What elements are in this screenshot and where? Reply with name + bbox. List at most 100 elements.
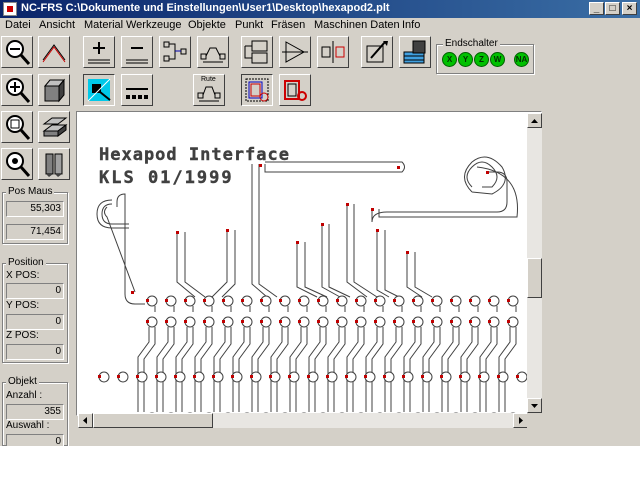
pcb-drill-mark <box>288 375 291 378</box>
add-point-button[interactable] <box>83 36 115 68</box>
contour-inside-button[interactable] <box>241 74 273 106</box>
pcb-date-text: KLS 01/1999 <box>99 168 234 188</box>
tools-button[interactable] <box>38 148 70 180</box>
pcb-drill-mark <box>383 375 386 378</box>
pcb-drawing[interactable]: Hexapod Interface KLS 01/1999 <box>77 112 541 415</box>
triangle-tool-button[interactable] <box>279 36 311 68</box>
view-angle-button[interactable] <box>38 36 70 68</box>
pcb-drill-mark <box>431 299 434 302</box>
pcb-drill-mark <box>507 320 510 323</box>
maximize-button[interactable]: □ <box>605 2 620 15</box>
menu-maschinen-daten[interactable]: Maschinen Daten <box>314 19 400 31</box>
pcb-drill-mark <box>298 320 301 323</box>
menu-datei[interactable]: Datei <box>5 19 31 31</box>
horizontal-scrollbar[interactable] <box>78 413 528 428</box>
pcb-drill-mark <box>231 375 234 378</box>
position-label: Position <box>6 257 46 268</box>
route-button[interactable]: Rute <box>193 74 225 106</box>
pcb-drill-mark <box>222 299 225 302</box>
drawing-canvas[interactable]: Hexapod Interface KLS 01/1999 <box>76 111 542 416</box>
scroll-up-button[interactable] <box>527 113 542 128</box>
arrange-button[interactable] <box>241 36 273 68</box>
mirror-icon <box>321 41 345 63</box>
menu-werkzeuge[interactable]: Werkzeuge <box>126 19 181 31</box>
x-pos-label: X POS: <box>6 270 40 281</box>
pcb-trace <box>296 242 318 298</box>
menu-objekte[interactable]: Objekte <box>188 19 226 31</box>
scroll-right-button[interactable] <box>513 413 528 428</box>
pcb-drill-mark <box>326 375 329 378</box>
node-edit-button[interactable] <box>159 36 191 68</box>
pcb-lead-marker <box>176 231 179 234</box>
pcb-drill-mark <box>412 299 415 302</box>
endschalter-led-z: Z <box>474 52 489 67</box>
select-pen-icon <box>87 78 111 102</box>
drill-row-icon <box>126 88 148 99</box>
pos-maus-y-field: 71,454 <box>6 224 64 240</box>
contour-outside-button[interactable] <box>279 74 311 106</box>
pcb-drill-mark <box>117 375 120 378</box>
pcb-drill-mark <box>317 320 320 323</box>
pcb-trace <box>414 252 433 298</box>
menu-punkt[interactable]: Punkt <box>235 19 263 31</box>
pcb-drill-mark <box>241 299 244 302</box>
zoom-in-button[interactable] <box>1 74 33 106</box>
pcb-drill-mark <box>469 320 472 323</box>
path-edit-button[interactable] <box>197 36 229 68</box>
pcb-trace <box>353 204 378 298</box>
zoom-out-button[interactable] <box>1 36 33 68</box>
pcb-drill-mark <box>431 320 434 323</box>
pcb-drill-mark <box>98 375 101 378</box>
anzahl-label: Anzahl : <box>6 390 43 401</box>
menu-ansicht[interactable]: Ansicht <box>39 19 75 31</box>
path-nodes-icon <box>200 47 226 63</box>
close-button[interactable]: × <box>622 2 637 15</box>
contour-outside-icon <box>284 80 307 101</box>
pcb-trace <box>184 232 206 298</box>
pcb-trace <box>466 161 498 188</box>
title-bar[interactable]: NC-FRS C:\Dokumente und Einstellungen\Us… <box>0 0 640 18</box>
pcb-drill-mark <box>393 320 396 323</box>
pcb-drill-mark <box>146 320 149 323</box>
material-button[interactable] <box>361 36 393 68</box>
endschalter-led-w: W <box>490 52 505 67</box>
minimize-button[interactable]: _ <box>589 2 604 15</box>
scroll-left-button[interactable] <box>78 413 93 428</box>
remove-point-button[interactable] <box>121 36 153 68</box>
z-pos-field: 0 <box>6 344 64 360</box>
machine-button[interactable] <box>399 36 431 68</box>
arrow-left-icon <box>83 417 87 424</box>
pcb-drill-mark <box>184 320 187 323</box>
horizontal-scroll-thumb[interactable] <box>93 413 213 428</box>
app-icon[interactable] <box>3 2 17 16</box>
scroll-down-button[interactable] <box>527 398 542 413</box>
select-tool-button[interactable] <box>83 74 115 106</box>
pcb-drill-mark <box>165 320 168 323</box>
pos-maus-label: Pos Maus <box>6 186 55 197</box>
pcb-trace <box>116 193 145 305</box>
vertical-scrollbar[interactable] <box>527 113 542 413</box>
pcb-drill-mark <box>336 299 339 302</box>
pcb-trace <box>384 230 400 298</box>
menu-material[interactable]: Material <box>84 19 123 31</box>
3d-view-button[interactable] <box>38 74 70 106</box>
layers-button[interactable] <box>38 111 70 143</box>
window-title: NC-FRS C:\Dokumente und Einstellungen\Us… <box>21 2 390 14</box>
y-pos-field: 0 <box>6 314 64 330</box>
mirror-button[interactable] <box>317 36 349 68</box>
cube-icon <box>43 78 66 103</box>
pcb-drill-mark <box>478 375 481 378</box>
pcb-lead-marker <box>397 166 400 169</box>
pcb-drill-mark <box>516 375 519 378</box>
vertical-scroll-thumb[interactable] <box>527 258 542 298</box>
pcb-drill-mark <box>507 299 510 302</box>
drill-row-button[interactable] <box>121 74 153 106</box>
pcb-drill-mark <box>155 375 158 378</box>
pcb-drill-mark <box>317 299 320 302</box>
machine-icon <box>403 40 426 64</box>
menu-fraesen[interactable]: Fräsen <box>271 19 305 31</box>
zoom-fit-button[interactable] <box>1 148 33 180</box>
pcb-drill-mark <box>421 375 424 378</box>
zoom-window-button[interactable] <box>1 111 33 143</box>
menu-info[interactable]: Info <box>402 19 420 31</box>
